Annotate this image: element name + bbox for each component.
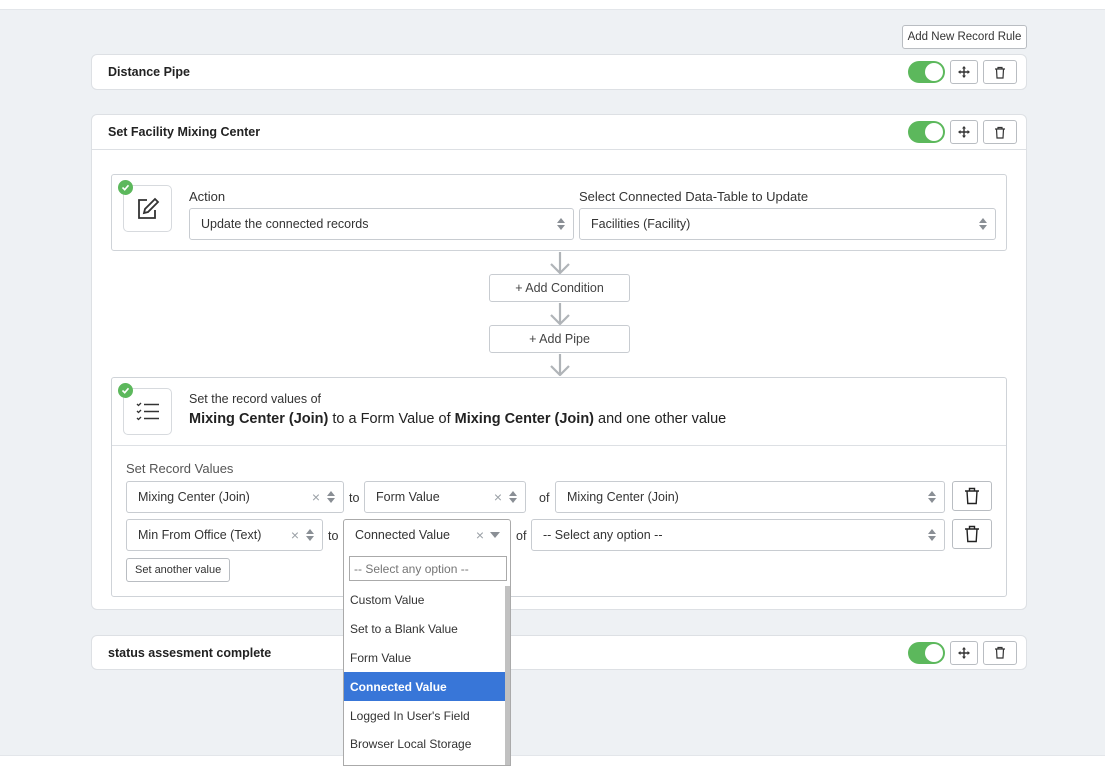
sort-arrows-icon [305, 529, 315, 541]
delete-rule-button[interactable] [983, 120, 1017, 144]
value-mode-value: Form Value [376, 490, 440, 504]
add-new-record-rule-button[interactable]: Add New Record Rule [902, 25, 1027, 49]
action-step-icon-box [118, 180, 172, 232]
move-icon [958, 66, 970, 78]
flow-arrow-icon [550, 252, 570, 274]
summary-field: Mixing Center (Join) [189, 411, 329, 427]
rule-card-status-assesment: status assesment complete [91, 635, 1027, 670]
summary-source: Mixing Center (Join) [454, 411, 595, 427]
rule-enabled-toggle[interactable] [908, 61, 945, 83]
summary-heading: Set the record values of [189, 392, 322, 406]
set-values-icon-box [118, 383, 172, 435]
dropdown-option[interactable]: Form Value [344, 644, 506, 673]
dropdown-option[interactable]: Custom Value [344, 586, 506, 615]
action-step: Action Update the connected records Sele… [111, 174, 1007, 251]
action-select-value: Update the connected records [201, 217, 369, 231]
sort-arrows-icon [326, 491, 336, 503]
clear-icon[interactable]: × [312, 489, 320, 505]
clear-icon[interactable]: × [494, 489, 502, 505]
move-icon [958, 126, 970, 138]
delete-value-button[interactable] [952, 481, 992, 511]
to-label: to [328, 529, 339, 543]
move-button[interactable] [950, 60, 978, 84]
rule-card-set-facility: Set Facility Mixing Center Action Update… [91, 114, 1027, 610]
trash-icon [995, 646, 1005, 659]
value-mode-dropdown: Custom Value Set to a Blank Value Form V… [343, 550, 511, 766]
sort-arrows-icon [978, 218, 988, 230]
flow-arrow-icon [550, 354, 570, 376]
action-label: Action [189, 189, 226, 204]
value-mode-select-open[interactable]: Connected Value × [343, 519, 511, 551]
sort-arrows-icon [508, 491, 518, 503]
dropdown-option[interactable]: Set to a Blank Value [344, 615, 506, 644]
table-select[interactable]: Facilities (Facility) [579, 208, 996, 240]
set-another-value-button[interactable]: Set another value [126, 558, 231, 582]
table-select-value: Facilities (Facility) [591, 217, 691, 231]
sort-arrows-icon [927, 491, 937, 503]
flow-arrow-icon [550, 303, 570, 325]
trash-icon [995, 126, 1005, 139]
table-label: Select Connected Data-Table to Update [579, 189, 809, 204]
of-label: of [539, 491, 550, 505]
rule-header: Distance Pipe [92, 55, 1026, 89]
rule-header: Set Facility Mixing Center [92, 115, 1026, 149]
edit-icon [137, 197, 159, 219]
clear-icon[interactable]: × [476, 527, 484, 543]
to-label: to [349, 491, 360, 505]
target-field-value: Mixing Center (Join) [138, 490, 250, 504]
summary-text: Mixing Center (Join) to a Form Value of … [189, 411, 726, 427]
add-condition-button[interactable]: + Add Condition [489, 274, 630, 302]
checklist-icon [136, 402, 159, 420]
dropdown-options: Custom Value Set to a Blank Value Form V… [344, 586, 506, 759]
rule-card-distance-pipe: Distance Pipe [91, 54, 1027, 90]
move-button[interactable] [950, 120, 978, 144]
source-field-value: Mixing Center (Join) [567, 490, 679, 504]
check-icon [118, 383, 133, 398]
divider [112, 445, 1006, 446]
action-select[interactable]: Update the connected records [189, 208, 574, 240]
top-bar [0, 0, 1105, 10]
rule-title: Set Facility Mixing Center [108, 125, 261, 139]
target-field-select[interactable]: Mixing Center (Join) × [126, 481, 344, 513]
add-pipe-button[interactable]: + Add Pipe [489, 325, 630, 353]
set-record-values-label: Set Record Values [126, 461, 234, 476]
move-icon [958, 646, 970, 659]
source-field-value: -- Select any option -- [543, 528, 663, 542]
delete-rule-button[interactable] [983, 640, 1017, 665]
dropdown-option[interactable]: Logged In User's Field [344, 701, 506, 730]
dropdown-option-selected[interactable]: Connected Value [344, 672, 506, 702]
bottom-bar [0, 755, 1105, 766]
check-icon [118, 180, 133, 195]
chevron-down-icon [490, 532, 500, 538]
sort-arrows-icon [927, 529, 937, 541]
rule-enabled-toggle[interactable] [908, 641, 945, 664]
trash-icon [965, 525, 979, 543]
source-field-select[interactable]: -- Select any option -- [531, 519, 945, 551]
summary-middle: to a Form Value of [332, 411, 451, 427]
sort-arrows-icon [556, 218, 566, 230]
rule-enabled-toggle[interactable] [908, 121, 945, 143]
summary-tail: and one other value [598, 411, 727, 427]
set-values-step: Set the record values of Mixing Center (… [111, 377, 1007, 597]
dropdown-search-input[interactable] [349, 556, 507, 581]
value-mode-select[interactable]: Form Value × [364, 481, 526, 513]
rule-header: status assesment complete [92, 636, 1026, 669]
rule-body: Action Update the connected records Sele… [92, 149, 1026, 609]
delete-rule-button[interactable] [983, 60, 1017, 84]
trash-icon [995, 66, 1005, 79]
delete-value-button[interactable] [952, 519, 992, 549]
rule-title: Distance Pipe [108, 65, 190, 79]
trash-icon [965, 487, 979, 505]
value-mode-value: Connected Value [355, 528, 450, 542]
move-button[interactable] [950, 640, 978, 665]
target-field-select[interactable]: Min From Office (Text) × [126, 519, 323, 551]
source-field-select[interactable]: Mixing Center (Join) [555, 481, 945, 513]
dropdown-scrollbar[interactable] [505, 586, 510, 765]
target-field-value: Min From Office (Text) [138, 528, 262, 542]
of-label: of [516, 529, 527, 543]
dropdown-option[interactable]: Browser Local Storage [344, 730, 506, 759]
clear-icon[interactable]: × [291, 527, 299, 543]
